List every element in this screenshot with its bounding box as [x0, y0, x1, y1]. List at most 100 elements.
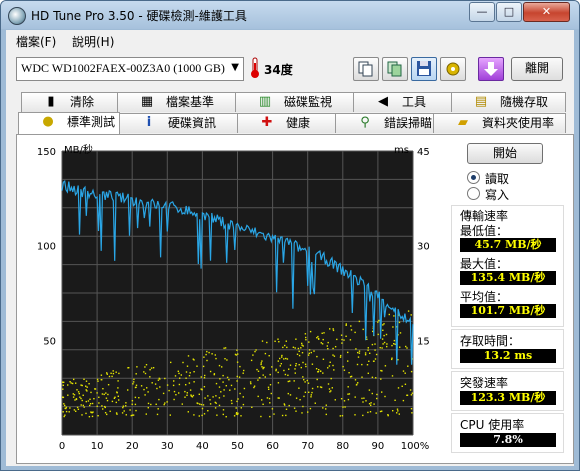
access-time-point	[279, 357, 281, 360]
access-time-point	[368, 403, 371, 405]
minimize-button[interactable]: —	[469, 2, 495, 22]
access-time-value: 13.2 ms	[460, 349, 556, 363]
access-time-point	[222, 413, 224, 416]
access-time-point	[85, 400, 87, 403]
access-time-point	[223, 395, 225, 397]
access-time-point	[225, 416, 227, 418]
access-time-point	[385, 333, 388, 336]
avg-label: 平均值：	[460, 290, 509, 304]
access-time-point	[192, 358, 194, 360]
access-time-point	[235, 413, 238, 415]
tab-error-scan[interactable]: ⚲ 錯誤掃瞄	[335, 113, 435, 133]
access-time-point	[266, 397, 269, 399]
access-time-point	[224, 358, 226, 360]
tab-file-benchmark[interactable]: ▦ 檔案基準	[117, 92, 237, 112]
access-time-point	[226, 359, 228, 361]
access-time-point	[131, 400, 134, 402]
access-time-point	[344, 406, 346, 408]
access-time-point	[251, 406, 253, 408]
access-time-point	[371, 376, 374, 378]
access-time-point	[368, 360, 370, 362]
drive-select[interactable]: WDC WD1002FAEX-00Z3A0 (1000 GB) ▼	[16, 57, 244, 81]
access-time-point	[399, 346, 401, 348]
access-time-point	[370, 402, 372, 404]
access-time-point	[301, 412, 303, 414]
access-time-point	[357, 351, 359, 354]
access-time-point	[362, 328, 364, 331]
access-time-point	[145, 413, 147, 415]
access-time-point	[106, 413, 108, 416]
access-time-point	[333, 369, 335, 371]
access-time-point	[311, 391, 313, 394]
access-time-point	[163, 403, 165, 406]
access-time-point	[133, 381, 135, 383]
access-time-point	[218, 364, 221, 367]
access-time-point	[154, 383, 157, 385]
access-time-point	[172, 384, 175, 387]
menu-file[interactable]: 檔案(F)	[16, 33, 56, 50]
close-button[interactable]: ✕	[523, 2, 570, 22]
access-time-point	[320, 386, 323, 389]
access-time-point	[250, 359, 253, 362]
access-time-point	[299, 399, 301, 401]
write-radio[interactable]: 寫入	[467, 186, 567, 202]
copy-screenshot-button[interactable]	[382, 57, 408, 81]
access-time-point	[285, 414, 287, 417]
exit-button[interactable]: 離開	[511, 57, 563, 81]
access-time-point	[91, 411, 93, 414]
access-time-point	[364, 354, 367, 356]
access-time-point	[236, 361, 239, 363]
access-time-point	[382, 343, 384, 345]
save-button[interactable]	[411, 57, 437, 81]
tab-folder-usage[interactable]: ▰ 資料夾使用率	[433, 113, 566, 133]
access-time-point	[334, 346, 337, 348]
access-time-point	[325, 408, 327, 410]
access-time-point	[203, 413, 206, 415]
access-time-point	[274, 340, 276, 342]
access-time-point	[164, 402, 166, 404]
speaker-icon: ◀	[378, 94, 388, 109]
access-time-point	[207, 395, 209, 397]
access-time-point	[381, 370, 383, 372]
read-radio[interactable]: 讀取	[467, 170, 567, 186]
tab-info[interactable]: i 硬碟資訊	[119, 113, 239, 133]
access-time-point	[373, 403, 375, 405]
tab-benchmark[interactable]: ● 標準測試	[18, 112, 120, 134]
download-button[interactable]	[478, 57, 504, 81]
access-time-point	[243, 369, 245, 372]
access-time-point	[243, 387, 246, 390]
access-time-point	[371, 392, 373, 395]
access-time-point	[177, 370, 179, 372]
access-time-point	[111, 375, 113, 378]
options-button[interactable]	[440, 57, 466, 81]
maximize-button[interactable]: □	[496, 2, 522, 22]
access-time-point	[106, 399, 109, 402]
access-time-point	[281, 414, 284, 417]
access-time-point	[362, 414, 364, 417]
menu-help[interactable]: 說明(H)	[72, 33, 114, 50]
access-time-point	[367, 372, 369, 374]
tab-tools[interactable]: ◀ 工具	[353, 92, 453, 112]
copy-info-button[interactable]	[353, 57, 379, 81]
access-time-point	[236, 375, 238, 378]
access-time-point	[89, 398, 91, 400]
tab-random-access[interactable]: ▤ 隨機存取	[451, 92, 566, 112]
tab-erase[interactable]: ▮ 清除	[21, 92, 119, 112]
tab-health[interactable]: ✚ 健康	[237, 113, 337, 133]
x-tick-label: 80	[336, 441, 349, 452]
tab-disk-monitor[interactable]: ▥ 磁碟監視	[235, 92, 355, 112]
access-time-point	[341, 415, 344, 417]
access-time-point	[135, 384, 138, 386]
access-time-point	[185, 384, 187, 386]
health-cross-icon: ✚	[261, 115, 273, 130]
right-tick-label: 45	[417, 147, 430, 158]
access-time-point	[301, 352, 304, 354]
access-time-point	[230, 399, 233, 402]
start-button[interactable]: 開始	[467, 143, 543, 164]
access-time-point	[87, 400, 90, 402]
access-time-point	[156, 413, 159, 416]
access-time-point	[254, 350, 256, 353]
access-time-point	[215, 395, 217, 397]
access-time-point	[410, 314, 412, 316]
magnifier-icon: ⚲	[360, 115, 370, 130]
